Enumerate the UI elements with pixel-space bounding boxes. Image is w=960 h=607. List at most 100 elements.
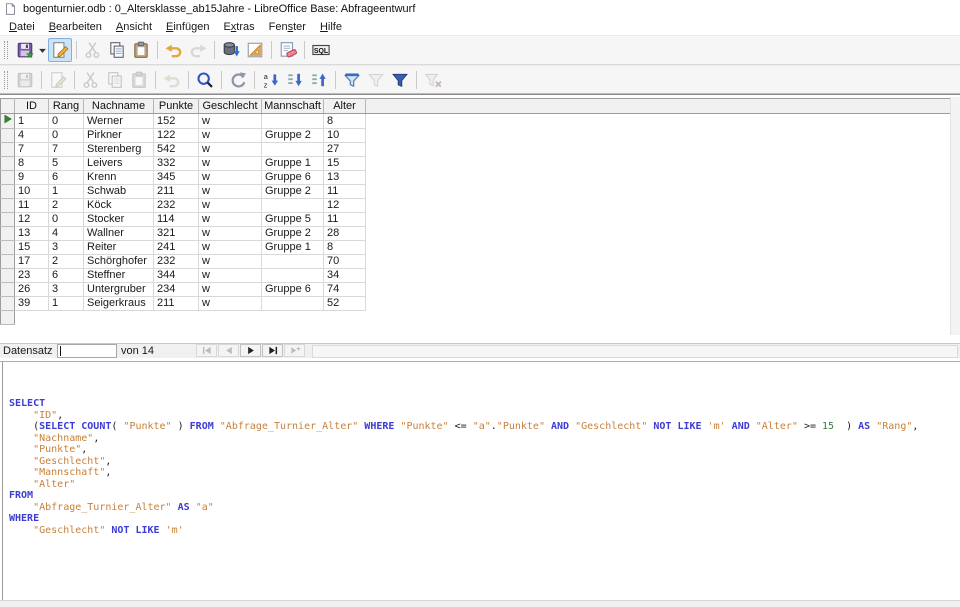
cell[interactable]: 211 <box>154 297 199 311</box>
cell[interactable]: 1 <box>49 185 84 199</box>
cell[interactable]: 8 <box>324 241 366 255</box>
column-header-nachname[interactable]: Nachname <box>84 99 154 114</box>
cell[interactable]: Steffner <box>84 269 154 283</box>
run-query-button[interactable] <box>219 38 243 62</box>
column-header-alter[interactable]: Alter <box>324 99 366 114</box>
copy-button[interactable] <box>105 38 129 62</box>
cell[interactable]: Gruppe 5 <box>262 213 324 227</box>
row-header[interactable] <box>1 185 15 199</box>
row-header[interactable] <box>1 269 15 283</box>
paste-button[interactable] <box>127 68 151 92</box>
cell[interactable]: 234 <box>154 283 199 297</box>
cell[interactable]: Untergruber <box>84 283 154 297</box>
cell[interactable]: Gruppe 2 <box>262 185 324 199</box>
save-button[interactable] <box>13 38 37 62</box>
cell[interactable]: 74 <box>324 283 366 297</box>
table-row[interactable]: 101Schwab211wGruppe 211 <box>1 185 951 199</box>
cell[interactable]: 23 <box>15 269 49 283</box>
cell[interactable]: w <box>199 114 262 129</box>
cell[interactable]: Seigerkraus <box>84 297 154 311</box>
cell[interactable]: 4 <box>15 129 49 143</box>
cell[interactable]: 1 <box>49 297 84 311</box>
menu-ansicht[interactable]: Ansicht <box>109 20 159 34</box>
clear-query-button[interactable] <box>276 38 300 62</box>
cell[interactable]: w <box>199 241 262 255</box>
table-row[interactable]: 96Krenn345wGruppe 613 <box>1 171 951 185</box>
column-header-mannschaft[interactable]: Mannschaft <box>262 99 324 114</box>
cell[interactable]: 232 <box>154 199 199 213</box>
undo-data-button[interactable] <box>160 68 184 92</box>
standard-filter-button[interactable] <box>388 68 412 92</box>
table-row[interactable]: 153Reiter241wGruppe 18 <box>1 241 951 255</box>
cell[interactable]: 8 <box>324 114 366 129</box>
cell[interactable]: 0 <box>49 213 84 227</box>
cell[interactable]: w <box>199 283 262 297</box>
cell[interactable]: 12 <box>324 199 366 213</box>
save-record-button[interactable] <box>13 68 37 92</box>
cell[interactable]: Schörghofer <box>84 255 154 269</box>
cell[interactable] <box>262 269 324 283</box>
cell[interactable]: 6 <box>49 171 84 185</box>
menu-hilfe[interactable]: Hilfe <box>313 20 349 34</box>
cell[interactable]: 12 <box>15 213 49 227</box>
redo-button[interactable] <box>186 38 210 62</box>
row-header[interactable] <box>1 114 15 129</box>
cell[interactable]: 344 <box>154 269 199 283</box>
cell[interactable]: 9 <box>15 171 49 185</box>
last-record-button[interactable] <box>262 344 283 357</box>
menu-extras[interactable]: Extras <box>216 20 261 34</box>
cell[interactable]: 27 <box>324 143 366 157</box>
cell[interactable]: Werner <box>84 114 154 129</box>
cell[interactable]: 2 <box>49 255 84 269</box>
cell[interactable]: Gruppe 1 <box>262 157 324 171</box>
row-header[interactable] <box>1 297 15 311</box>
table-row[interactable]: 236Steffner344w34 <box>1 269 951 283</box>
cell[interactable]: 6 <box>49 269 84 283</box>
cell[interactable]: 345 <box>154 171 199 185</box>
cell[interactable]: Leivers <box>84 157 154 171</box>
next-record-button[interactable] <box>240 344 261 357</box>
cell[interactable]: Gruppe 1 <box>262 241 324 255</box>
sql-view-toggle[interactable]: SQL <box>309 38 333 62</box>
table-row[interactable]: 77Sterenberg542w27 <box>1 143 951 157</box>
cell[interactable]: 241 <box>154 241 199 255</box>
vertical-scrollbar[interactable] <box>950 97 960 335</box>
save-dropdown[interactable] <box>37 38 48 62</box>
cell[interactable]: Wallner <box>84 227 154 241</box>
row-header-corner[interactable] <box>1 99 15 114</box>
cell[interactable]: 232 <box>154 255 199 269</box>
cell[interactable]: w <box>199 157 262 171</box>
menu-fenster[interactable]: Fenster <box>262 20 313 34</box>
cell[interactable]: 8 <box>15 157 49 171</box>
table-row[interactable]: 120Stocker114wGruppe 511 <box>1 213 951 227</box>
row-header[interactable] <box>1 157 15 171</box>
cell[interactable]: w <box>199 171 262 185</box>
record-number-input[interactable] <box>57 344 117 358</box>
cell[interactable]: Gruppe 2 <box>262 227 324 241</box>
cell[interactable]: Krenn <box>84 171 154 185</box>
cell[interactable]: 542 <box>154 143 199 157</box>
cell[interactable]: 11 <box>324 213 366 227</box>
cell[interactable] <box>262 255 324 269</box>
cell[interactable]: 7 <box>49 143 84 157</box>
cell[interactable]: 152 <box>154 114 199 129</box>
menu-datei[interactable]: Datei <box>2 20 42 34</box>
cell[interactable]: 0 <box>49 129 84 143</box>
cell[interactable]: 10 <box>324 129 366 143</box>
cell[interactable]: Pirkner <box>84 129 154 143</box>
column-header-punkte[interactable]: Punkte <box>154 99 199 114</box>
cell[interactable] <box>262 143 324 157</box>
cell[interactable]: 2 <box>49 199 84 213</box>
table-row[interactable]: 112Köck232w12 <box>1 199 951 213</box>
row-header[interactable] <box>1 283 15 297</box>
cell[interactable]: 122 <box>154 129 199 143</box>
row-header[interactable] <box>1 171 15 185</box>
cell[interactable]: Sterenberg <box>84 143 154 157</box>
cell[interactable]: 39 <box>15 297 49 311</box>
row-header[interactable] <box>1 255 15 269</box>
cell[interactable]: w <box>199 129 262 143</box>
row-header[interactable] <box>1 199 15 213</box>
cell[interactable]: w <box>199 143 262 157</box>
cell[interactable]: 4 <box>49 227 84 241</box>
cell[interactable]: Schwab <box>84 185 154 199</box>
